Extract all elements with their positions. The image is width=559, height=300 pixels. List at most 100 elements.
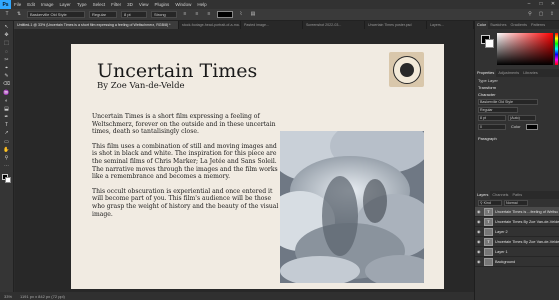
document-canvas[interactable]: Uncertain Times By Zoe Van-de-Velde Unce… [71, 44, 444, 289]
tool-icon[interactable]: T [2, 122, 12, 129]
menu-type[interactable]: Type [74, 2, 90, 7]
panel-tab-paths[interactable]: Paths [510, 191, 524, 199]
tool-icon[interactable]: ⚲ [2, 155, 12, 162]
canvas-area[interactable]: Uncertain Times By Zoe Van-de-Velde Unce… [15, 29, 474, 292]
menu-view[interactable]: View [136, 2, 152, 7]
layer-name[interactable]: Uncertain Times By Zoe Van-de-Velde [495, 240, 559, 244]
layer-name[interactable]: Layer 1 [495, 250, 508, 254]
prop-font-size[interactable]: 8 pt [478, 115, 506, 121]
menu-image[interactable]: Image [38, 2, 57, 7]
tool-icon[interactable]: ✋ [2, 147, 12, 154]
layer-row[interactable]: ◉ T Uncertain Times By Zoe Van-de-Velde [475, 237, 559, 247]
prop-color-swatch[interactable] [525, 123, 538, 130]
prop-font-style[interactable]: Regular [478, 107, 518, 113]
blend-mode-select[interactable]: Normal [504, 200, 528, 206]
document-tab[interactable]: Layers... [427, 21, 474, 29]
layer-name[interactable]: Uncertain Times is ...feeling of Weltsc [495, 210, 558, 214]
share-icon[interactable]: ⇪ [548, 11, 556, 18]
visibility-eye-icon[interactable]: ◉ [477, 239, 482, 244]
prop-tracking[interactable]: 0 [478, 123, 506, 130]
orientation-icon[interactable]: ⇅ [15, 11, 23, 18]
color-picker[interactable] [475, 29, 559, 69]
hue-slider[interactable] [555, 33, 558, 65]
document-tab[interactable]: Pasted image... [241, 21, 303, 29]
tool-icon[interactable]: ✎ [2, 73, 12, 80]
minimize-button[interactable]: – [523, 0, 535, 9]
layer-row[interactable]: ◉ Layer 2 [475, 227, 559, 237]
tool-icon[interactable]: ✥ [2, 32, 12, 39]
layer-kind-filter[interactable]: ⚲ Kind [478, 200, 502, 206]
menu-plugins[interactable]: Plugins [152, 2, 173, 7]
visibility-eye-icon[interactable]: ◉ [477, 209, 482, 214]
visibility-eye-icon[interactable]: ◉ [477, 219, 482, 224]
tool-icon[interactable]: ⌫ [2, 81, 12, 88]
fg-bg-color-icon[interactable] [1, 174, 12, 184]
layer-row[interactable]: ◉ Background [475, 257, 559, 267]
align-right-icon[interactable]: ≡ [205, 11, 213, 18]
tool-icon[interactable]: ↗ [2, 130, 12, 137]
align-left-icon[interactable]: ≡ [181, 11, 189, 18]
layer-row[interactable]: ◉ T Uncertain Times is ...feeling of Welts… [475, 207, 559, 217]
prop-leading[interactable]: (Auto) [508, 115, 536, 121]
layer-name[interactable]: Background [495, 260, 515, 264]
tool-icon[interactable]: ♒ [2, 90, 12, 97]
tool-icon[interactable]: ⬚ [2, 40, 12, 47]
menu-select[interactable]: Select [90, 2, 109, 7]
panel-tab-swatches[interactable]: Swatches [488, 21, 508, 29]
warp-text-icon[interactable]: ⌇ [237, 11, 245, 18]
document-tab[interactable]: stock-footage-head-portrait-of-a-ma... [179, 21, 241, 29]
tool-icon[interactable]: ↖ [2, 24, 12, 31]
text-color-swatch[interactable] [217, 11, 233, 18]
menu-filter[interactable]: Filter [108, 2, 124, 7]
menu-file[interactable]: File [11, 2, 24, 7]
color-field[interactable] [497, 33, 553, 65]
background-color-swatch[interactable] [485, 39, 494, 48]
maximize-button[interactable]: □ [535, 0, 547, 9]
visibility-eye-icon[interactable]: ◉ [477, 259, 482, 264]
panel-tab-layers[interactable]: Layers [475, 191, 491, 199]
document-tab[interactable]: Screenshot 2022-03... [303, 21, 365, 29]
body-text-block[interactable]: Uncertain Times is a short film expressi… [92, 113, 280, 225]
panel-tab-properties[interactable]: Properties [475, 69, 497, 77]
search-icon[interactable]: ⚲ [526, 11, 534, 18]
menu-edit[interactable]: Edit [24, 2, 38, 7]
tool-icon[interactable]: ◌ [2, 49, 12, 56]
close-button[interactable]: ✕ [547, 0, 559, 9]
document-tab[interactable]: Uncertain Times poster.psd [365, 21, 427, 29]
tool-icon[interactable]: ✒ [2, 114, 12, 121]
panel-tab-libraries[interactable]: Libraries [521, 69, 540, 77]
panel-tab-color[interactable]: Color [475, 21, 489, 29]
menu-window[interactable]: Window [172, 2, 194, 7]
menu-help[interactable]: Help [194, 2, 209, 7]
document-tab[interactable]: Untitled-1 @ 33% (Uncertain Times is a s… [14, 21, 179, 29]
layer-name[interactable]: Layer 2 [495, 230, 508, 234]
visibility-eye-icon[interactable]: ◉ [477, 229, 482, 234]
font-size-select[interactable]: 8 pt [121, 11, 147, 18]
panel-tab-gradients[interactable]: Gradients [509, 21, 529, 29]
layer-name[interactable]: Uncertain Times By Zoe Van-de-Velde [495, 220, 559, 224]
layer-row[interactable]: ◉ T Uncertain Times By Zoe Van-de-Velde [475, 217, 559, 227]
panel-tab-patterns[interactable]: Patterns [529, 21, 547, 29]
workspace-icon[interactable]: ▢ [537, 11, 545, 18]
font-style-select[interactable]: Regular [89, 11, 117, 18]
tool-icon[interactable]: ✂ [2, 57, 12, 64]
panel-tab-adjustments[interactable]: Adjustments [496, 69, 521, 77]
prop-font-family[interactable]: Baskerville Old Style [478, 99, 538, 105]
transform-section[interactable]: Transform [475, 84, 559, 91]
tool-icon[interactable]: ⌖ [2, 65, 12, 72]
align-center-icon[interactable]: ≡ [193, 11, 201, 18]
panel-tab-channels[interactable]: Channels [490, 191, 510, 199]
menu-layer[interactable]: Layer [57, 2, 74, 7]
visibility-eye-icon[interactable]: ◉ [477, 249, 482, 254]
paragraph-section[interactable]: Paragraph [475, 135, 559, 142]
menu-3d[interactable]: 3D [124, 2, 136, 7]
character-section[interactable]: Character [475, 91, 559, 98]
tool-icon[interactable]: ⬓ [2, 106, 12, 113]
layer-row[interactable]: ◉ Layer 1 [475, 247, 559, 257]
tool-icon[interactable]: ⋯ [2, 163, 12, 170]
character-panel-icon[interactable]: ▤ [249, 11, 257, 18]
antialias-select[interactable]: Strong [151, 11, 177, 18]
tool-icon[interactable]: ◐ [2, 98, 12, 105]
type-tool-icon[interactable]: T [3, 11, 11, 18]
zoom-level[interactable]: 33% [4, 294, 12, 299]
